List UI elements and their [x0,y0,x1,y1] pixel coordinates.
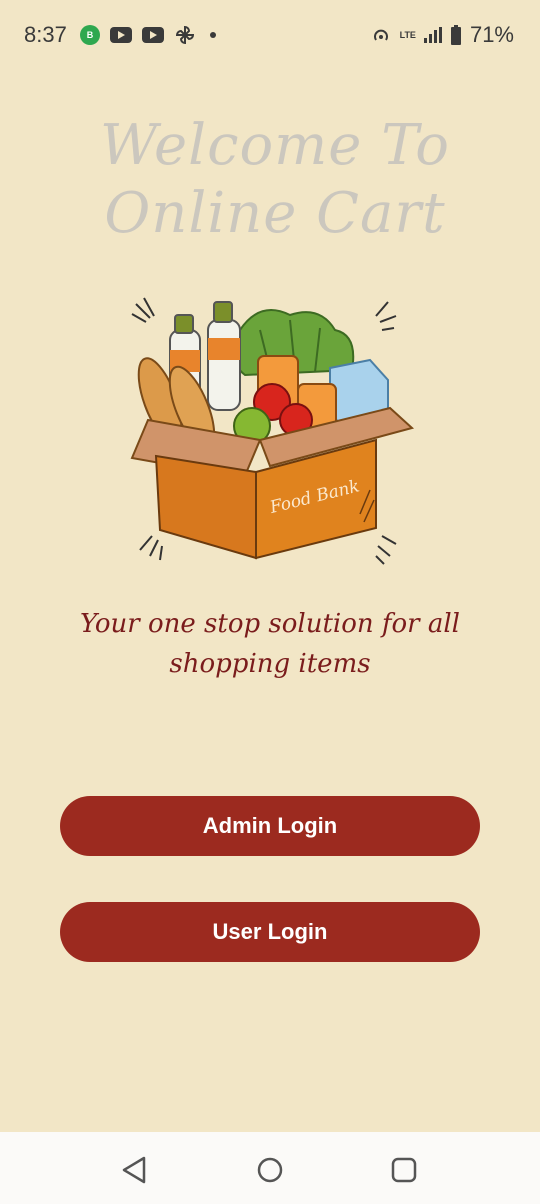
grocery-box-illustration: Food Bank [130,297,415,565]
hotspot-icon [373,29,388,41]
page-title: Welcome To Online Cart [100,113,450,246]
pinwheel-icon [175,25,195,45]
user-login-button[interactable]: User Login [60,902,480,962]
status-time: 8:37 [24,22,67,47]
notification-icons: B [80,24,216,46]
home-icon[interactable] [254,1154,286,1186]
recents-icon[interactable] [388,1154,420,1186]
battery-icon [450,25,461,45]
youtube-icon-2 [142,27,164,43]
back-icon[interactable] [118,1154,150,1186]
navigation-bar [0,1132,540,1204]
battery-percent: 71% [469,22,514,47]
network-type-label: LTE [399,29,416,40]
status-bar: 8:37 B LTE 71% [0,0,540,72]
system-status-icons: LTE 71% [370,22,514,48]
signal-icon [423,27,442,43]
tagline: Your one stop solution for all shopping … [80,609,460,679]
admin-login-button[interactable]: Admin Login [60,796,480,856]
app-notification-icon: B [80,25,100,45]
more-notifications-dot [210,32,216,38]
youtube-icon [110,27,132,43]
